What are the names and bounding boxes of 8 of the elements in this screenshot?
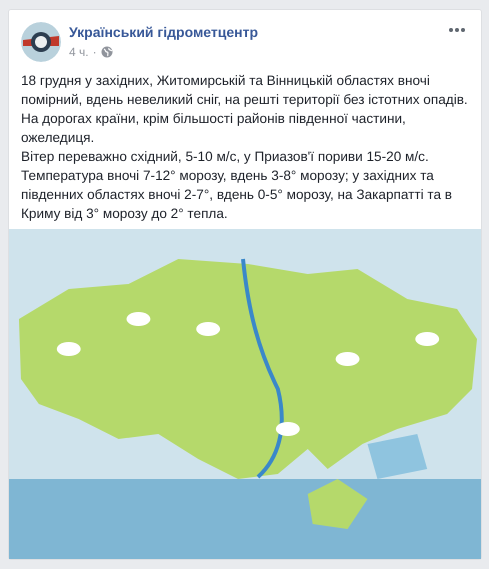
separator: · (92, 44, 97, 62)
more-icon (449, 28, 465, 32)
avatar-icon[interactable] (21, 22, 61, 62)
post-paragraph: Вітер переважно східний, 5-10 м/с, у Приазов'ї пориви 15-20 м/с. Температура вночі 7-12° морозу, вдень 3-8° морозу; у західних та південних областях вночі 2-7°, вдень 0-5° морозу, на Закарпатті та в Криму від 3° морозу до 2° тепла. (21, 148, 454, 223)
page-name-link[interactable]: Український гідрометцентр (69, 22, 258, 43)
post-paragraph: 18 грудня у західних, Житомирській та Вінницькій областях вночі помірний, вдень невеликий сніг, на решті території без істотних опадів. (21, 72, 469, 109)
globe-icon (100, 46, 113, 58)
post-paragraph: На дорогах країни, крім більшості районів південної частини, ожеледиця. (21, 110, 407, 147)
